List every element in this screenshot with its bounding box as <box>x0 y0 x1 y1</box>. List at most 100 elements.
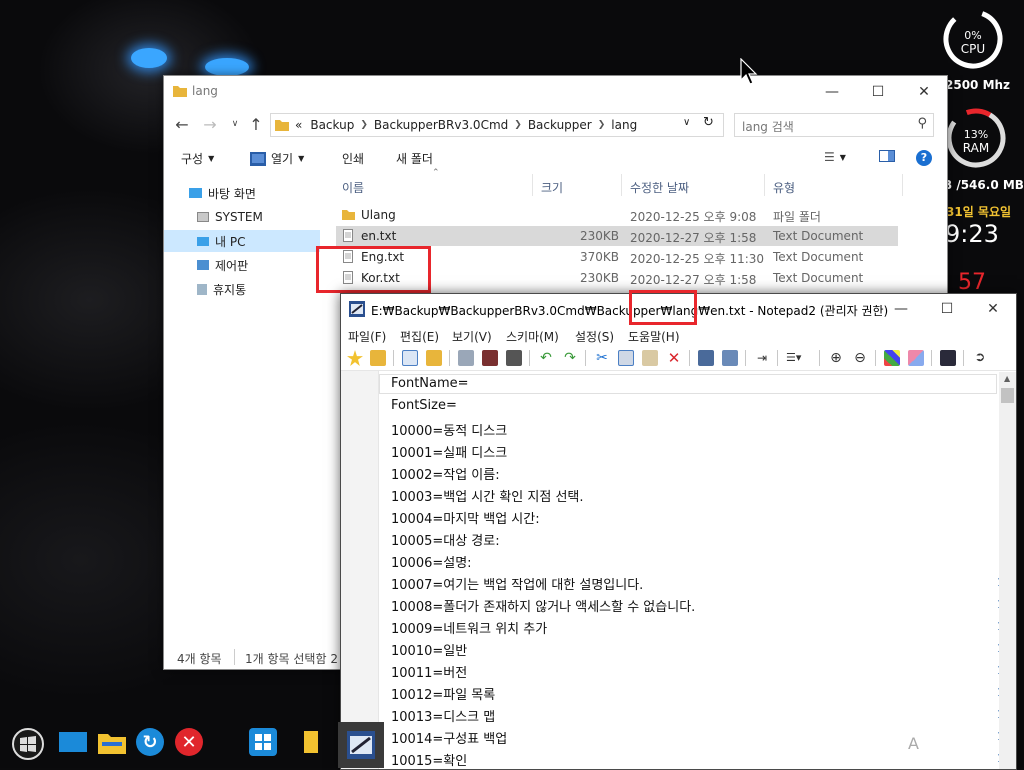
column-divider[interactable] <box>764 174 765 196</box>
column-divider[interactable] <box>621 174 622 196</box>
column-date[interactable]: 수정한 날짜 <box>630 179 689 196</box>
recent-locations-button[interactable]: ∨ <box>224 113 246 135</box>
highlight-box-eng-kor <box>316 246 431 293</box>
line-numbers-dropdown-icon[interactable]: ☰▾ <box>786 350 814 366</box>
notepad-maximize-button[interactable]: ☐ <box>924 294 970 324</box>
close-red-icon[interactable]: ✕ <box>175 728 203 756</box>
breadcrumb-backupperbrv3[interactable]: BackupperBRv3.0Cmd <box>374 118 508 132</box>
replace-icon[interactable] <box>722 350 738 366</box>
folder-icon[interactable] <box>297 728 325 756</box>
copy-icon[interactable] <box>618 350 634 366</box>
breadcrumb-backupper[interactable]: Backupper <box>528 118 592 132</box>
file-row-ulang[interactable]: Ulang 2020-12-25 오후 9:08 파일 폴더 <box>336 205 898 225</box>
file-explorer-icon[interactable] <box>98 728 126 756</box>
minimize-button[interactable]: — <box>809 76 855 108</box>
windows-store-icon[interactable] <box>249 728 277 756</box>
scrollbar-thumb[interactable] <box>1001 388 1014 403</box>
path-overflow[interactable]: « <box>295 118 302 132</box>
organize-label: 구성 <box>181 152 204 166</box>
code-line: 10009=네트워크 위치 추가 <box>391 622 548 637</box>
preview-pane-button[interactable] <box>879 150 895 162</box>
column-divider[interactable] <box>902 174 903 196</box>
zoom-out-icon[interactable]: ⊖ <box>852 350 868 366</box>
nav-control-panel[interactable]: 제어판 <box>164 254 320 276</box>
organize-menu[interactable]: 구성 ▼ <box>181 150 214 167</box>
forward-button[interactable]: → <box>199 113 221 135</box>
column-name[interactable]: 이름 <box>342 179 364 196</box>
scheme-config-icon[interactable] <box>908 350 924 366</box>
save-copy-icon[interactable] <box>506 350 522 366</box>
notepad2-taskbar-button[interactable] <box>338 722 384 768</box>
new-file-icon[interactable] <box>402 350 418 366</box>
status-divider <box>234 649 235 665</box>
print-button[interactable]: 인쇄 <box>342 150 364 167</box>
breadcrumb-lang[interactable]: lang <box>611 118 637 132</box>
desktop-monitor-icon[interactable] <box>59 728 87 756</box>
toolbar-separator <box>963 350 964 366</box>
file-size: 230KB <box>580 229 620 243</box>
maximize-icon: ☐ <box>940 301 954 317</box>
up-button[interactable]: ↑ <box>245 113 267 135</box>
close-icon: ✕ <box>918 84 930 100</box>
explorer-titlebar[interactable]: lang — ☐ ✕ <box>164 76 947 108</box>
column-divider[interactable] <box>532 174 533 196</box>
console-icon[interactable] <box>940 350 956 366</box>
exit-icon[interactable]: ➲ <box>972 350 988 366</box>
column-type[interactable]: 유형 <box>773 179 795 196</box>
open-menu[interactable]: 열기 ▼ <box>250 150 304 167</box>
address-dropdown-icon[interactable]: ∨ <box>683 117 690 128</box>
zoom-in-icon[interactable]: ⊕ <box>828 350 844 366</box>
open-file-icon[interactable] <box>426 350 442 366</box>
code-line: 10006=설명: <box>391 556 472 571</box>
menu-file[interactable]: 파일(F) <box>348 328 386 345</box>
scroll-up-icon[interactable]: ▲ <box>1004 374 1010 383</box>
redo-icon[interactable]: ↷ <box>562 350 578 366</box>
refresh-icon[interactable]: ↻ <box>703 115 714 130</box>
cut-icon[interactable]: ✂ <box>594 350 610 366</box>
nav-system[interactable]: SYSTEM <box>164 206 320 228</box>
file-row-en-txt[interactable]: en.txt 230KB 2020-12-27 오후 1:58 Text Doc… <box>336 226 898 246</box>
breadcrumb-backup[interactable]: Backup <box>310 118 354 132</box>
taskbar: ↻ ✕ A <box>0 718 1024 768</box>
search-icon[interactable]: ⚲ <box>917 116 927 131</box>
menu-help[interactable]: 도움말(H) <box>628 328 680 345</box>
column-size[interactable]: 크기 <box>541 179 563 196</box>
back-button[interactable]: ← <box>171 113 193 135</box>
nav-desktop[interactable]: 바탕 화면 <box>164 182 320 204</box>
delete-icon[interactable]: ✕ <box>666 350 682 366</box>
paste-icon[interactable] <box>642 350 658 366</box>
change-view-button[interactable]: ☰ ▼ <box>824 150 846 164</box>
close-button[interactable]: ✕ <box>901 76 947 108</box>
menu-settings[interactable]: 설정(S) <box>575 328 614 345</box>
vertical-scrollbar[interactable]: ▲ <box>999 372 1016 769</box>
nav-recycle-bin[interactable]: 휴지통 <box>164 278 320 300</box>
toolbar-separator <box>393 350 394 366</box>
menu-view[interactable]: 보기(V) <box>452 328 492 345</box>
code-line: 10004=마지막 백업 시간: <box>391 512 540 527</box>
browse-folder-icon[interactable] <box>370 350 386 366</box>
word-wrap-icon[interactable]: ⇥ <box>754 350 770 366</box>
search-box[interactable]: lang 검색 ⚲ <box>734 113 934 137</box>
scheme-icon[interactable] <box>884 350 900 366</box>
new-folder-button[interactable]: 새 폴더 <box>396 150 433 167</box>
notepad-minimize-button[interactable]: — <box>878 294 924 324</box>
menu-edit[interactable]: 편집(E) <box>400 328 439 345</box>
find-icon[interactable] <box>698 350 714 366</box>
maximize-button[interactable]: ☐ <box>855 76 901 108</box>
address-bar[interactable]: « Backup ❯ BackupperBRv3.0Cmd ❯ Backupper ❯… <box>270 113 724 137</box>
nav-this-pc[interactable]: 내 PC <box>164 230 320 252</box>
favorites-icon[interactable] <box>347 350 363 366</box>
refresh-icon[interactable]: ↻ <box>136 728 164 756</box>
navigation-pane: 바탕 화면 SYSTEM 내 PC 제어판 휴지통 <box>164 180 320 640</box>
undo-icon[interactable]: ↶ <box>538 350 554 366</box>
save-as-icon[interactable] <box>482 350 498 366</box>
save-icon[interactable] <box>458 350 474 366</box>
menu-scheme[interactable]: 스키마(M) <box>506 328 559 345</box>
code-line: FontName= <box>391 376 469 391</box>
start-orb-icon[interactable] <box>12 728 44 760</box>
notepad2-window[interactable]: E:₩Backup₩BackupperBRv3.0Cmd₩Backupper₩l… <box>340 293 1017 770</box>
notepad-close-button[interactable]: ✕ <box>970 294 1016 324</box>
ime-indicator[interactable]: A <box>908 734 919 753</box>
preview-pane-icon <box>879 150 895 162</box>
help-button[interactable]: ? <box>916 150 932 166</box>
